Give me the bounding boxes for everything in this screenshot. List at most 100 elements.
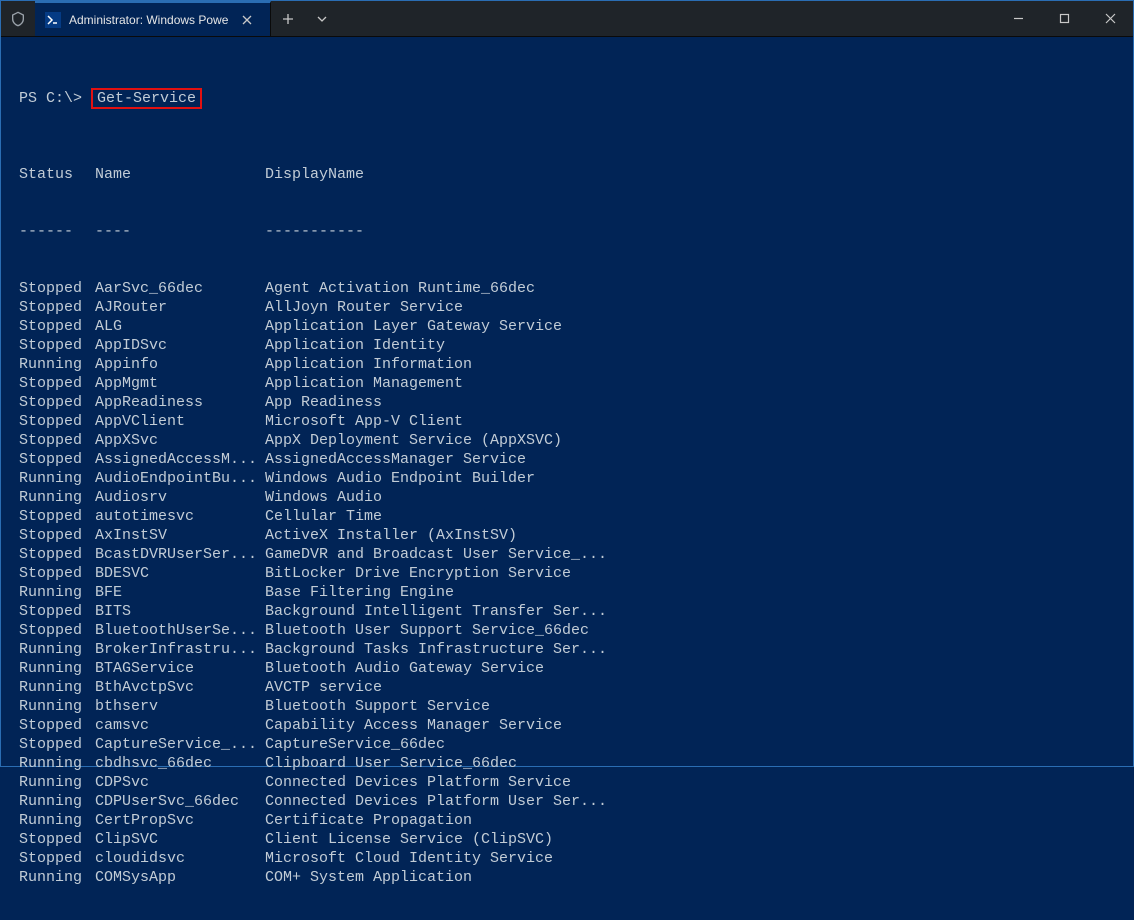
cell-status: Stopped [19, 735, 95, 754]
cell-display: Windows Audio [265, 488, 1115, 507]
service-row: StoppedBDESVCBitLocker Drive Encryption … [19, 564, 1115, 583]
service-row: RunningCDPUserSvc_66decConnected Devices… [19, 792, 1115, 811]
cell-name: BcastDVRUserSer... [95, 545, 265, 564]
service-row: RunningCOMSysAppCOM+ System Application [19, 868, 1115, 887]
tab-dropdown-button[interactable] [305, 1, 339, 36]
cell-status: Stopped [19, 298, 95, 317]
cell-name: AppMgmt [95, 374, 265, 393]
service-row: StoppedAppIDSvcApplication Identity [19, 336, 1115, 355]
header-status: Status [19, 165, 95, 184]
service-row: StoppedcloudidsvcMicrosoft Cloud Identit… [19, 849, 1115, 868]
cell-display: Background Intelligent Transfer Ser... [265, 602, 1115, 621]
title-bar: Administrator: Windows Powe [1, 1, 1133, 37]
cell-name: Audiosrv [95, 488, 265, 507]
service-row: RunningBFEBase Filtering Engine [19, 583, 1115, 602]
tab-title: Administrator: Windows Powe [69, 13, 228, 27]
shield-icon [1, 1, 35, 36]
service-row: RunningBrokerInfrastru...Background Task… [19, 640, 1115, 659]
close-button[interactable] [1087, 1, 1133, 36]
header-row: StatusNameDisplayName [19, 165, 1115, 184]
cell-display: Bluetooth Audio Gateway Service [265, 659, 1115, 678]
service-row: RunningbthservBluetooth Support Service [19, 697, 1115, 716]
service-row: RunningBthAvctpSvcAVCTP service [19, 678, 1115, 697]
header-name: Name [95, 165, 265, 184]
maximize-button[interactable] [1041, 1, 1087, 36]
cell-name: BrokerInfrastru... [95, 640, 265, 659]
cell-display: Agent Activation Runtime_66dec [265, 279, 1115, 298]
cell-status: Stopped [19, 279, 95, 298]
cell-status: Stopped [19, 374, 95, 393]
cell-display: BitLocker Drive Encryption Service [265, 564, 1115, 583]
cell-name: BDESVC [95, 564, 265, 583]
cell-status: Running [19, 811, 95, 830]
cell-name: AppReadiness [95, 393, 265, 412]
service-row: StoppedBcastDVRUserSer...GameDVR and Bro… [19, 545, 1115, 564]
minimize-button[interactable] [995, 1, 1041, 36]
service-row: RunningAppinfoApplication Information [19, 355, 1115, 374]
cell-name: ALG [95, 317, 265, 336]
sep-status: ------ [19, 222, 95, 241]
cell-status: Stopped [19, 545, 95, 564]
cell-status: Running [19, 640, 95, 659]
new-tab-button[interactable] [271, 1, 305, 36]
cell-display: Capability Access Manager Service [265, 716, 1115, 735]
cell-status: Stopped [19, 336, 95, 355]
cell-status: Stopped [19, 450, 95, 469]
sep-display: ----------- [265, 222, 1115, 241]
tab-close-button[interactable] [238, 11, 256, 29]
cell-name: CDPSvc [95, 773, 265, 792]
cell-display: Windows Audio Endpoint Builder [265, 469, 1115, 488]
service-row: RunningCertPropSvcCertificate Propagatio… [19, 811, 1115, 830]
service-row: StoppedAppXSvcAppX Deployment Service (A… [19, 431, 1115, 450]
terminal-output[interactable]: PS C:\> Get-Service StatusNameDisplayNam… [1, 37, 1133, 920]
cell-status: Running [19, 792, 95, 811]
cell-display: Connected Devices Platform User Ser... [265, 792, 1115, 811]
cell-display: Cellular Time [265, 507, 1115, 526]
cell-name: COMSysApp [95, 868, 265, 887]
service-row: RunningBTAGServiceBluetooth Audio Gatewa… [19, 659, 1115, 678]
cell-name: BITS [95, 602, 265, 621]
cell-display: GameDVR and Broadcast User Service_... [265, 545, 1115, 564]
title-bar-left: Administrator: Windows Powe [1, 1, 339, 36]
service-row: StoppedAarSvc_66decAgent Activation Runt… [19, 279, 1115, 298]
cell-status: Stopped [19, 564, 95, 583]
cell-name: AppIDSvc [95, 336, 265, 355]
service-row: StoppedBITSBackground Intelligent Transf… [19, 602, 1115, 621]
cell-name: AJRouter [95, 298, 265, 317]
cell-name: CaptureService_... [95, 735, 265, 754]
sep-name: ---- [95, 222, 265, 241]
cell-display: Application Layer Gateway Service [265, 317, 1115, 336]
cell-display: Background Tasks Infrastructure Ser... [265, 640, 1115, 659]
cell-status: Stopped [19, 526, 95, 545]
cell-name: Appinfo [95, 355, 265, 374]
cell-name: BTAGService [95, 659, 265, 678]
prompt-line: PS C:\> Get-Service [19, 89, 1115, 108]
cell-status: Running [19, 583, 95, 602]
cell-status: Running [19, 659, 95, 678]
service-row: StoppedcamsvcCapability Access Manager S… [19, 716, 1115, 735]
cell-name: ClipSVC [95, 830, 265, 849]
service-row: StoppedautotimesvcCellular Time [19, 507, 1115, 526]
cell-display: COM+ System Application [265, 868, 1115, 887]
cell-name: autotimesvc [95, 507, 265, 526]
cell-display: Client License Service (ClipSVC) [265, 830, 1115, 849]
service-rows: StoppedAarSvc_66decAgent Activation Runt… [19, 279, 1115, 887]
service-row: StoppedAppMgmtApplication Management [19, 374, 1115, 393]
window-controls [995, 1, 1133, 36]
command-highlighted: Get-Service [91, 88, 202, 109]
service-row: StoppedAJRouterAllJoyn Router Service [19, 298, 1115, 317]
cell-status: Stopped [19, 849, 95, 868]
cell-status: Running [19, 773, 95, 792]
cell-display: Connected Devices Platform Service [265, 773, 1115, 792]
cell-display: Application Management [265, 374, 1115, 393]
cell-name: CertPropSvc [95, 811, 265, 830]
cell-display: Bluetooth Support Service [265, 697, 1115, 716]
cell-name: camsvc [95, 716, 265, 735]
tab-powershell[interactable]: Administrator: Windows Powe [35, 1, 271, 36]
cell-display: Microsoft Cloud Identity Service [265, 849, 1115, 868]
cell-name: bthserv [95, 697, 265, 716]
cell-display: Microsoft App-V Client [265, 412, 1115, 431]
cell-display: Certificate Propagation [265, 811, 1115, 830]
service-row: StoppedAxInstSVActiveX Installer (AxInst… [19, 526, 1115, 545]
prompt: PS C:\> [19, 90, 82, 107]
